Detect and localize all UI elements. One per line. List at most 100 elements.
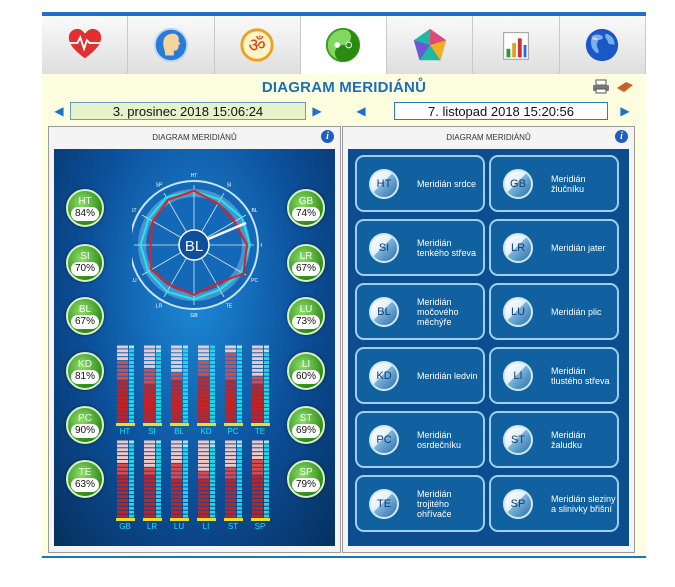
tab-head-profile[interactable] <box>128 16 215 74</box>
meridian-badge-gb[interactable]: GB 74% <box>287 189 325 227</box>
bar-segment <box>225 483 236 487</box>
bar-segment <box>144 353 155 357</box>
bar-baseline <box>197 423 216 426</box>
date-left-next-button[interactable]: ▶ <box>306 101 328 121</box>
meridian-button-te[interactable]: TE Meridián trojitého ohřívače <box>355 475 485 532</box>
reference-bar-segment <box>129 475 134 479</box>
date-right-prev-button[interactable]: ◀ <box>350 101 372 121</box>
reference-bar-segment <box>210 475 215 479</box>
reference-bar-segment <box>183 404 188 407</box>
meridian-button-lu[interactable]: LU Meridián plic <box>489 283 619 340</box>
reference-bar-segment <box>156 380 161 384</box>
meridian-badge-te[interactable]: TE 63% <box>66 460 104 498</box>
meridian-badge-bl[interactable]: BL 67% <box>66 297 104 335</box>
globe-icon <box>586 28 619 62</box>
meridian-badge-li[interactable]: LI 60% <box>287 352 325 390</box>
bar-segment <box>117 471 128 475</box>
meridian-button-kd[interactable]: KD Meridián ledvin <box>355 347 485 404</box>
tab-bar-chart[interactable] <box>473 16 560 74</box>
bar-segment <box>225 491 236 495</box>
bar-segment <box>171 491 182 495</box>
book-icon[interactable] <box>616 79 634 94</box>
bar-segment <box>225 380 236 384</box>
reference-bar-segment <box>237 499 242 502</box>
meridian-button-li[interactable]: LI Meridián tlustého střeva <box>489 347 619 404</box>
meridian-button-ht[interactable]: HT Meridián srdce <box>355 155 485 212</box>
reference-bar-segment <box>183 456 188 459</box>
reference-bar-segment <box>129 444 134 448</box>
radar-axis-label: GB <box>190 313 198 319</box>
bar-segment <box>225 388 236 392</box>
reference-bar-segment <box>183 467 188 471</box>
bar-segment <box>252 392 263 396</box>
meridian-badge-si[interactable]: SI 70% <box>66 244 104 282</box>
reference-bar-segment <box>237 392 242 396</box>
bar-segment <box>117 440 128 444</box>
meridian-button-st[interactable]: ST Meridián žaludku <box>489 411 619 468</box>
bar-segment <box>117 361 128 364</box>
reference-bar-segment <box>183 499 188 502</box>
reference-bar-segment <box>156 487 161 491</box>
reference-bar-segment <box>156 467 161 471</box>
bar-segment <box>198 463 209 467</box>
bar-segment <box>117 407 128 411</box>
bar-segment <box>198 407 209 411</box>
meridian-badge-ht[interactable]: HT 84% <box>66 189 104 227</box>
meridian-badge-lr[interactable]: LR 67% <box>287 244 325 282</box>
bar-segment <box>144 506 155 510</box>
meridian-badge-pc[interactable]: PC 90% <box>66 406 104 444</box>
meridian-button-sp[interactable]: SP Meridián sleziny a slinivky břišní <box>489 475 619 532</box>
bar-segment <box>198 495 209 498</box>
meridian-badge-kd[interactable]: KD 81% <box>66 352 104 390</box>
bar-label: BL <box>174 427 184 436</box>
date-right-next-button[interactable]: ▶ <box>614 101 636 121</box>
bar-segment <box>252 491 263 495</box>
meridian-button-gb[interactable]: GB Meridián žlučníku <box>489 155 619 212</box>
reference-bar-segment <box>156 353 161 357</box>
bar-segment <box>171 479 182 483</box>
date-left-prev-button[interactable]: ◀ <box>48 101 70 121</box>
bar-baseline <box>224 423 243 426</box>
bar-segment <box>252 419 263 423</box>
tab-yin-yang[interactable] <box>300 16 388 74</box>
bar-segment <box>225 345 236 349</box>
meridian-button-si[interactable]: SI Meridián tenkého střeva <box>355 219 485 276</box>
tab-pentagon-chart[interactable] <box>387 16 474 74</box>
reference-bar-segment <box>183 452 188 456</box>
reference-bar-segment <box>183 400 188 403</box>
meridian-badge-st[interactable]: ST 69% <box>287 406 325 444</box>
info-icon[interactable]: i <box>615 130 628 143</box>
bar-segment <box>144 407 155 411</box>
reference-bar-segment <box>156 452 161 456</box>
info-icon[interactable]: i <box>321 130 334 143</box>
bar-segment <box>171 506 182 510</box>
reference-bar-segment <box>129 487 134 491</box>
meridian-badge-sp[interactable]: SP 79% <box>287 460 325 498</box>
bar-segment <box>252 471 263 475</box>
reference-bar-segment <box>264 372 269 376</box>
radar-chart: HTSIBLKDPCTEGBLRLULISTSPBL <box>132 173 262 319</box>
meridian-badge-lu[interactable]: LU 73% <box>287 297 325 335</box>
bar-segment <box>252 487 263 491</box>
tab-om-symbol[interactable]: ॐ <box>214 16 301 74</box>
reference-bar-segment <box>237 345 242 349</box>
tab-heart-ecg[interactable] <box>42 16 129 74</box>
reference-bar-segment <box>183 479 188 483</box>
bar-segment <box>171 440 182 444</box>
badge-value: 84% <box>71 207 99 221</box>
meridian-button-pc[interactable]: PC Meridián osrdečníku <box>355 411 485 468</box>
meridian-button-lr[interactable]: LR Meridián jater <box>489 219 619 276</box>
bar-label: LU <box>174 522 184 531</box>
reference-bar-segment <box>156 506 161 510</box>
meridian-button-bl[interactable]: BL Meridián močového měchýře <box>355 283 485 340</box>
badge-value: 60% <box>292 370 320 384</box>
print-icon[interactable] <box>592 79 610 94</box>
tab-globe[interactable] <box>559 16 646 74</box>
reference-bar-segment <box>129 514 134 518</box>
bar-segment <box>117 452 128 456</box>
bar-segment <box>225 411 236 415</box>
reference-bar-segment <box>156 396 161 400</box>
bar-segment <box>252 506 263 510</box>
badge-name: SI <box>80 251 90 262</box>
badge-name: ST <box>299 413 313 424</box>
